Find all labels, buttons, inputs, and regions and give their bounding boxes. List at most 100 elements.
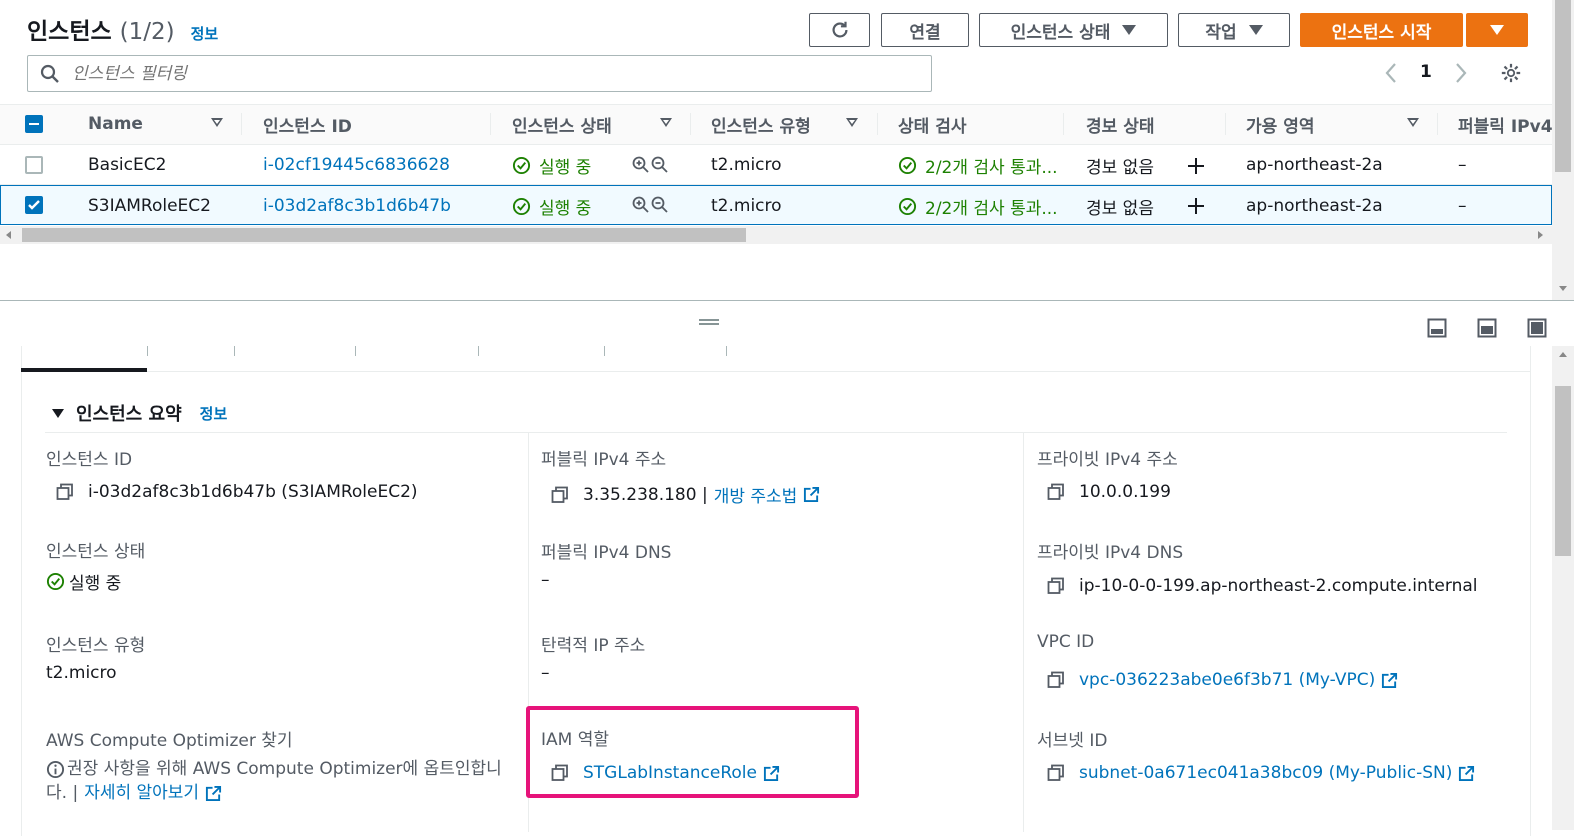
public-ipv4-value: 3.35.238.180 | 개방 주소법 xyxy=(551,482,820,507)
scroll-right-arrow[interactable] xyxy=(1538,231,1543,239)
vpc-id-link[interactable]: vpc-036223abe0e6f3b71 (My-VPC) xyxy=(1079,670,1375,690)
copy-icon[interactable] xyxy=(1047,671,1065,689)
launch-instance-label: 인스턴스 시작 xyxy=(1331,22,1432,43)
tab-separator xyxy=(478,346,479,356)
success-check-icon xyxy=(46,572,65,591)
pane-divider[interactable] xyxy=(0,300,1574,301)
scroll-up-arrow[interactable] xyxy=(1559,352,1567,357)
column-header-status-check[interactable]: 상태 검사 xyxy=(898,108,966,140)
page-number[interactable]: 1 xyxy=(1420,62,1432,82)
zoom-out-icon[interactable] xyxy=(651,196,669,214)
launch-instance-button[interactable]: 인스턴스 시작 xyxy=(1300,13,1463,47)
vertical-scrollbar[interactable] xyxy=(1552,0,1574,300)
scroll-down-arrow[interactable] xyxy=(1559,286,1567,291)
public-dns-value: – xyxy=(541,570,550,590)
add-alarm-icon[interactable] xyxy=(1186,156,1206,176)
column-header-public-ipv4[interactable]: 퍼블릭 IPv4 xyxy=(1458,108,1553,140)
availability-zone: ap-northeast-2a xyxy=(1246,196,1383,216)
instance-id-link[interactable]: i-03d2af8c3b1d6b47b xyxy=(263,186,451,226)
vpc-id-label: VPC ID xyxy=(1037,632,1095,652)
open-address-link[interactable]: 개방 주소법 xyxy=(714,482,798,507)
success-check-icon xyxy=(512,156,531,174)
info-link[interactable]: 정보 xyxy=(191,23,219,44)
copy-icon[interactable] xyxy=(56,483,74,501)
column-header-name[interactable]: Name xyxy=(88,108,143,140)
prev-page-icon[interactable] xyxy=(1383,61,1399,85)
subnet-id-value: subnet-0a671ec041a38bc09 (My-Public-SN) xyxy=(1047,763,1475,783)
sort-icon[interactable] xyxy=(1407,118,1419,127)
public-ipv4-text: 3.35.238.180 | xyxy=(583,484,708,505)
horizontal-scrollbar[interactable] xyxy=(0,226,1552,244)
panel-split-icon[interactable] xyxy=(1477,318,1497,338)
copy-icon[interactable] xyxy=(551,486,569,504)
select-all-checkbox[interactable] xyxy=(25,115,43,133)
info-circle-icon xyxy=(46,760,65,778)
scrollbar-thumb[interactable] xyxy=(22,228,746,242)
summary-header[interactable]: 인스턴스 요약 정보 xyxy=(52,400,227,426)
status-check: 2/2개 검사 통과... xyxy=(898,145,1058,185)
zoom-in-icon[interactable] xyxy=(632,156,650,174)
copy-icon[interactable] xyxy=(551,764,569,782)
private-dns-text: ip-10-0-0-199.ap-northeast-2.compute.int… xyxy=(1079,576,1478,596)
actions-dropdown[interactable]: 작업 xyxy=(1178,13,1290,47)
subnet-id-label: 서브넷 ID xyxy=(1037,731,1108,751)
refresh-icon xyxy=(832,21,848,38)
scrollbar-thumb[interactable] xyxy=(1555,0,1571,172)
page-title-text: 인스턴스 xyxy=(27,19,112,45)
scroll-left-arrow[interactable] xyxy=(6,231,11,239)
external-link-icon[interactable] xyxy=(1381,672,1398,689)
external-link-icon[interactable] xyxy=(763,765,780,782)
column-header-instance-type[interactable]: 인스턴스 유형 xyxy=(711,108,811,140)
sort-icon[interactable] xyxy=(211,118,223,127)
drag-handle-icon[interactable] xyxy=(699,319,719,325)
column-header-instance-id[interactable]: 인스턴스 ID xyxy=(263,108,352,140)
tab-separator xyxy=(355,346,356,356)
optimizer-label: AWS Compute Optimizer 찾기 xyxy=(46,731,293,751)
panel-maximize-icon[interactable] xyxy=(1527,318,1547,338)
elastic-ip-value: – xyxy=(541,663,550,683)
instance-name: BasicEC2 xyxy=(88,155,167,175)
details-scrollbar[interactable] xyxy=(1552,346,1574,830)
copy-icon[interactable] xyxy=(1047,764,1065,782)
panel-minimize-icon[interactable] xyxy=(1427,318,1447,338)
sort-icon[interactable] xyxy=(846,118,858,127)
iam-role-link[interactable]: STGLabInstanceRole xyxy=(583,763,757,783)
table-row[interactable]: BasicEC2 i-02cf19445c6836628 실행 중 t2.mic… xyxy=(0,145,1552,185)
column-header-alarm-status[interactable]: 경보 상태 xyxy=(1086,108,1154,140)
instance-id-link[interactable]: i-02cf19445c6836628 xyxy=(263,145,450,185)
status-check-text: 2/2개 검사 통과... xyxy=(925,157,1058,178)
public-ipv4: – xyxy=(1458,155,1467,175)
next-page-icon[interactable] xyxy=(1453,61,1469,85)
copy-icon[interactable] xyxy=(1047,577,1065,595)
column-header-instance-state[interactable]: 인스턴스 상태 xyxy=(512,108,612,140)
instance-id-label: 인스턴스 ID xyxy=(46,450,133,470)
learn-more-link[interactable]: 자세히 알아보기 xyxy=(84,781,199,805)
connect-button[interactable]: 연결 xyxy=(881,13,969,47)
copy-icon[interactable] xyxy=(1047,483,1065,501)
add-alarm-icon[interactable] xyxy=(1186,196,1206,216)
zoom-out-icon[interactable] xyxy=(651,156,669,174)
refresh-button[interactable] xyxy=(809,13,870,47)
zoom-in-icon[interactable] xyxy=(632,196,650,214)
settings-gear-icon[interactable] xyxy=(1500,62,1522,84)
row-checkbox[interactable] xyxy=(25,156,43,174)
instance-state-dropdown[interactable]: 인스턴스 상태 xyxy=(979,13,1168,47)
external-link-icon[interactable] xyxy=(205,785,222,802)
alarm-status: 경보 없음 xyxy=(1086,198,1154,219)
tab-active-indicator[interactable] xyxy=(21,368,147,372)
public-dns-label: 퍼블릭 IPv4 DNS xyxy=(541,543,672,563)
public-ipv4: – xyxy=(1458,196,1467,216)
row-checkbox[interactable] xyxy=(25,196,43,214)
external-link-icon[interactable] xyxy=(803,486,820,503)
external-link-icon[interactable] xyxy=(1458,765,1475,782)
search-input[interactable] xyxy=(27,55,932,92)
subnet-id-link[interactable]: subnet-0a671ec041a38bc09 (My-Public-SN) xyxy=(1079,763,1452,783)
search-field[interactable] xyxy=(72,63,872,84)
launch-options-button[interactable] xyxy=(1466,13,1528,47)
summary-info-link[interactable]: 정보 xyxy=(200,403,228,424)
scrollbar-thumb[interactable] xyxy=(1555,386,1571,556)
column-header-availability-zone[interactable]: 가용 영역 xyxy=(1246,108,1314,140)
sort-icon[interactable] xyxy=(660,118,672,127)
table-row[interactable]: S3IAMRoleEC2 i-03d2af8c3b1d6b47b 실행 중 t2… xyxy=(0,185,1552,225)
vpc-id-value: vpc-036223abe0e6f3b71 (My-VPC) xyxy=(1047,670,1398,690)
